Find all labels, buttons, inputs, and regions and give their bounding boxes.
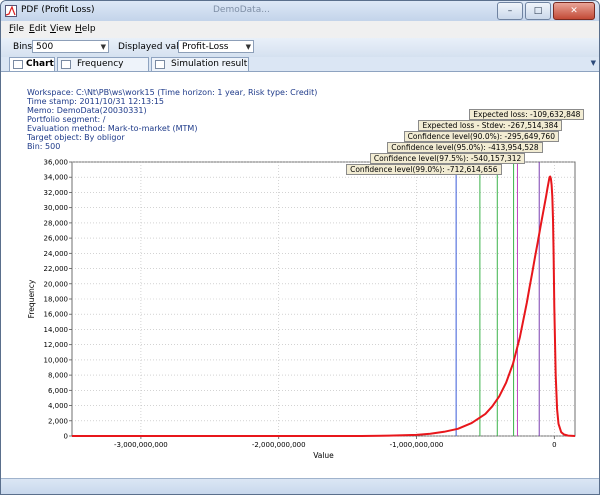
y-tick-label: 24,000 [44,250,69,258]
close-button[interactable]: ✕ [553,2,595,20]
menu-edit[interactable]: Edit [29,24,46,34]
y-tick-label: 2,000 [48,417,68,425]
minimize-icon: – [507,6,513,16]
menu-bar: File Edit View Help [1,21,599,39]
y-tick-label: 0 [64,433,68,441]
y-tick-label: 28,000 [44,219,69,227]
tab-chart[interactable]: Chart [9,57,55,72]
y-tick-label: 32,000 [44,189,69,197]
x-tick-label: -1,000,000,000 [390,441,444,449]
minimize-button[interactable]: – [497,2,523,20]
maximize-icon: □ [533,6,543,16]
y-tick-label: 36,000 [44,159,69,167]
maximize-button[interactable]: □ [525,2,551,20]
x-tick-label: 0 [552,441,556,449]
y-tick-label: 14,000 [44,326,69,334]
marker-callout: Confidence level(99.0%): -712,614,656 [346,164,502,175]
y-tick-label: 20,000 [44,280,69,288]
marker-callout: Confidence level(95.0%): -413,954,528 [387,142,543,153]
table-icon [61,60,71,69]
y-tick-label: 6,000 [48,387,68,395]
x-axis-title: Value [313,451,334,460]
marker-callout: Expected loss - Stdev: -267,514,384 [418,120,563,131]
tab-simulation-result[interactable]: Simulation result [151,57,249,71]
chart-icon [13,60,23,69]
window-controls: – □ ✕ [495,2,595,20]
x-tick-label: -2,000,000,000 [252,441,306,449]
title-bar[interactable]: PDF (Profit Loss) DemoData... – □ ✕ [1,1,599,21]
y-axis-title: Frequency [27,279,36,318]
displayed-value-dropdown[interactable]: Profit-Loss ▼ [178,40,254,53]
toolbar: Bins: 500 ▼ Displayed value: Profit-Loss… [1,38,599,57]
displayed-value: Profit-Loss [182,42,229,52]
marker-callout: Expected loss: -109,632,848 [469,109,585,120]
menu-help[interactable]: Help [75,24,96,34]
chevron-down-icon: ▼ [100,43,106,51]
status-bar [1,478,599,494]
table-icon [155,60,165,69]
marker-callout: Confidence level(97.5%): -540,157,312 [369,153,526,164]
y-tick-label: 18,000 [44,296,69,304]
tab-scroll-icon[interactable]: ▼ [591,59,596,67]
tab-frequency-table[interactable]: Frequency table [57,57,149,82]
y-tick-label: 8,000 [48,372,68,380]
y-tick-label: 30,000 [44,204,69,212]
y-tick-label: 26,000 [44,235,69,243]
chart-panel: Workspace: C:\Nt\PB\ws\work15 (Time hori… [1,71,599,479]
y-tick-label: 16,000 [44,311,69,319]
chevron-down-icon: ▼ [245,43,251,51]
y-tick-label: 22,000 [44,265,69,273]
window-title: PDF (Profit Loss) [21,5,95,15]
tab-strip: Chart Frequency table Simulation result … [1,57,599,82]
background-window-title: DemoData... [213,5,270,15]
close-icon: ✕ [570,6,578,16]
menu-view[interactable]: View [50,24,71,34]
pdf-window: PDF (Profit Loss) DemoData... – □ ✕ File… [0,0,600,495]
y-tick-label: 34,000 [44,174,69,182]
x-tick-label: -3,000,000,000 [114,441,168,449]
bins-value: 500 [36,42,54,52]
y-tick-label: 12,000 [44,341,69,349]
menu-file[interactable]: File [9,24,24,34]
app-icon [5,5,17,17]
marker-callout: Confidence level(90.0%): -295,649,760 [403,131,559,142]
y-tick-label: 4,000 [48,402,68,410]
y-tick-label: 10,000 [44,356,69,364]
bins-dropdown[interactable]: 500 ▼ [32,40,109,53]
